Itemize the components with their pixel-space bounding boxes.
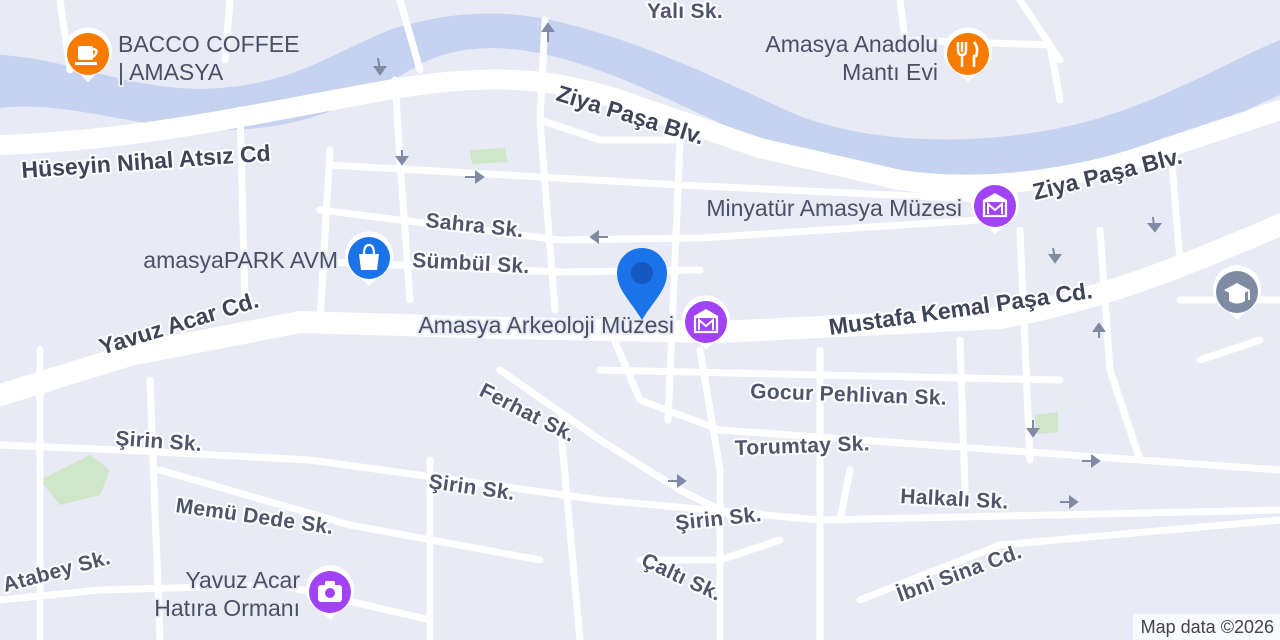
poi-label-yavuz-line1: Yavuz Acar [185, 567, 300, 593]
poi-label-anadolu-line2: Mantı Evi [842, 59, 938, 85]
poi-label-anadolu-line1: Amasya Anadolu [765, 31, 938, 57]
poi-label-amasyapark: amasyaPARK AVM [143, 247, 338, 273]
map-attribution[interactable]: Map data ©2026 [1132, 614, 1280, 640]
poi-label-arkeoloji: Amasya Arkeoloji Müzesi [418, 312, 674, 338]
poi-label-yavuz-line2: Hatıra Ormanı [154, 595, 300, 621]
poi-label-bacco-line1: BACCO COFFEE [118, 31, 299, 57]
street-label-torumtay: Torumtay Sk. [734, 432, 870, 460]
poi-label-minyatur: Minyatür Amasya Müzesi [706, 195, 962, 221]
street-label-yali: Yalı Sk. [647, 0, 723, 23]
map-canvas[interactable]: Yalı Sk. Ziya Paşa Blv. Ziya Paşa Blv. H… [0, 0, 1280, 640]
poi-label-bacco-line2: | AMASYA [118, 59, 224, 85]
map-layer: Yalı Sk. Ziya Paşa Blv. Ziya Paşa Blv. H… [0, 0, 1280, 640]
park-area [470, 148, 508, 164]
park-area [1035, 412, 1058, 434]
